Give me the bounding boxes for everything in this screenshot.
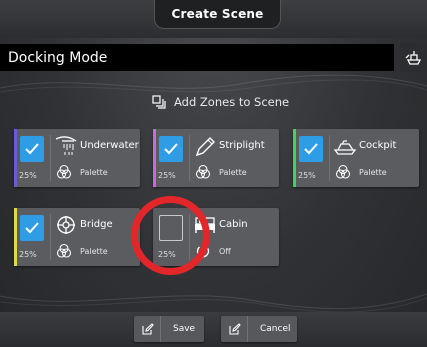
zone-checkbox[interactable]	[20, 215, 44, 241]
palette-icon	[335, 164, 351, 179]
zone-color-bar	[153, 129, 156, 187]
ship-icon	[405, 50, 421, 65]
cancel-label: Cancel	[260, 324, 291, 334]
zone-level: 25%	[158, 171, 176, 180]
zone-mode: Off	[219, 247, 231, 256]
checkmark-icon	[25, 143, 39, 155]
zone-tile-underwater[interactable]: 25% Underwater Palette	[14, 129, 140, 187]
zone-mode: Palette	[219, 168, 247, 177]
zone-checkbox[interactable]	[20, 136, 44, 162]
highlight-circle	[131, 196, 210, 275]
zone-level: 25%	[19, 171, 37, 180]
zone-tile-bridge[interactable]: 25% Bridge Palette	[14, 208, 140, 266]
add-zones-label: Add Zones to Scene	[174, 95, 290, 109]
divider	[189, 135, 190, 181]
zone-name: Bridge	[80, 219, 113, 230]
pencil-icon	[195, 137, 215, 157]
zone-color-bar	[14, 129, 17, 187]
zone-mode: Palette	[80, 247, 108, 256]
palette-icon	[56, 243, 72, 258]
zone-level: 25%	[298, 171, 316, 180]
palette-icon	[56, 164, 72, 179]
zone-name: Underwater	[80, 140, 139, 151]
edit-icon-wrap	[221, 316, 248, 342]
zone-checkbox[interactable]	[299, 136, 323, 162]
boat-icon	[333, 140, 357, 155]
edit-icon	[228, 322, 241, 335]
save-label: Save	[173, 324, 196, 334]
checkmark-icon	[25, 222, 39, 234]
edit-icon	[141, 322, 154, 335]
divider	[50, 135, 51, 181]
zone-color-bar	[293, 129, 296, 187]
shower-icon	[55, 136, 77, 155]
zone-name: Cockpit	[359, 140, 397, 151]
bottom-bar	[0, 312, 427, 347]
save-button[interactable]: Save	[134, 316, 204, 342]
zone-level: 25%	[19, 250, 37, 259]
divider	[329, 135, 330, 181]
scene-name-input[interactable]	[0, 44, 394, 71]
page-title: Create Scene	[154, 0, 281, 29]
edit-icon-wrap	[134, 316, 161, 342]
divider	[50, 214, 51, 260]
zone-color-bar	[14, 208, 17, 266]
zone-name: Striplight	[219, 140, 265, 151]
zone-tile-striplight[interactable]: 25% Striplight Palette	[153, 129, 279, 187]
helm-wheel-icon	[57, 216, 75, 234]
ship-button[interactable]	[400, 43, 427, 72]
zone-checkbox[interactable]	[159, 136, 183, 162]
zone-tile-cockpit[interactable]: 25% Cockpit Palette	[293, 129, 419, 187]
zone-mode: Palette	[80, 168, 108, 177]
palette-icon	[195, 164, 211, 179]
add-zones-header: Add Zones to Scene	[152, 94, 289, 110]
cancel-button[interactable]: Cancel	[221, 316, 297, 342]
zone-name: Cabin	[219, 219, 248, 230]
checkmark-icon	[164, 143, 178, 155]
layers-icon	[152, 95, 166, 109]
zone-mode: Palette	[359, 168, 387, 177]
checkmark-icon	[304, 143, 318, 155]
